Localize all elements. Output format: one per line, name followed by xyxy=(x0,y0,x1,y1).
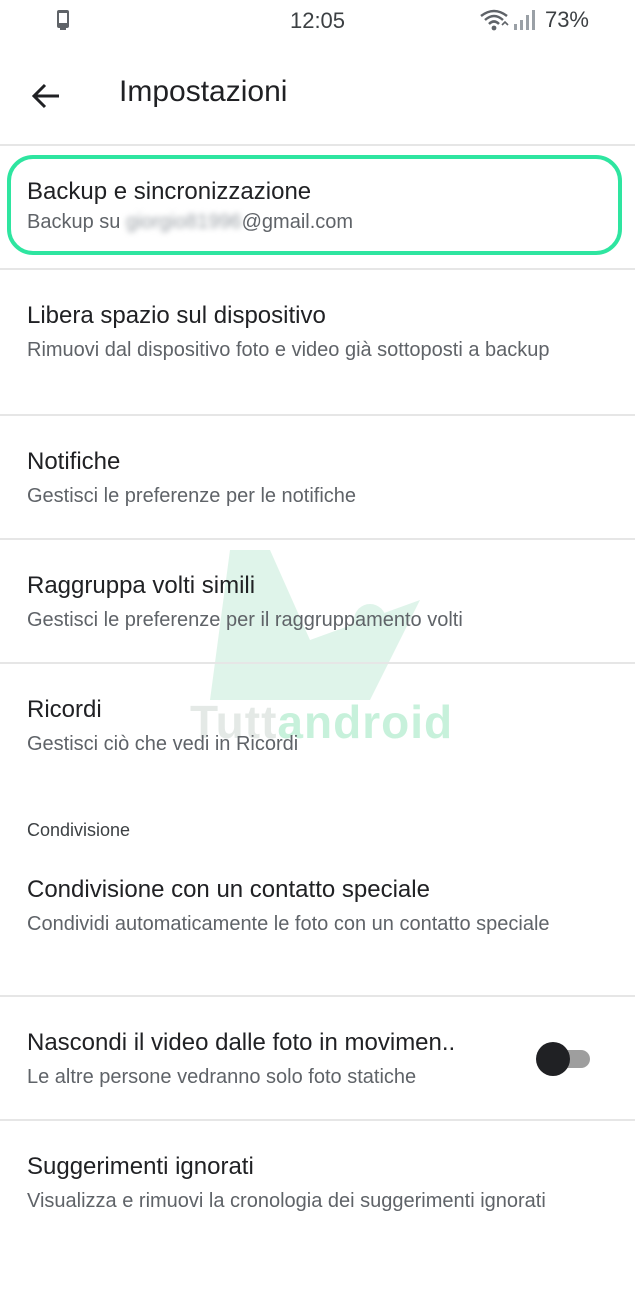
setting-title: Raggruppa volti simili xyxy=(27,572,256,599)
setting-subtitle: Gestisci ciò che vedi in Ricordi xyxy=(27,733,299,755)
arrow-back-icon xyxy=(31,83,59,109)
wifi-icon xyxy=(480,9,509,31)
setting-subtitle: Condividi automaticamente le foto con un… xyxy=(27,913,550,935)
app-bar-divider xyxy=(0,144,635,146)
setting-subtitle: Gestisci le preferenze per il raggruppam… xyxy=(27,609,463,631)
toggle-thumb xyxy=(536,1042,570,1076)
setting-memories[interactable]: Ricordi Gestisci ciò che vedi in Ricordi xyxy=(0,694,635,758)
divider xyxy=(0,662,635,664)
divider xyxy=(0,268,635,270)
setting-title: Condivisione con un contatto speciale xyxy=(27,876,430,903)
setting-subtitle: Le altre persone vedranno solo foto stat… xyxy=(27,1066,417,1088)
setting-subtitle: Backup su giorgio81996@gmail.com xyxy=(27,208,608,236)
app-bar: Impostazioni xyxy=(0,60,635,130)
setting-title: Ricordi xyxy=(27,696,102,723)
signal-icon xyxy=(513,10,535,30)
setting-backup-sync[interactable]: Backup e sincronizzazione Backup su gior… xyxy=(0,176,635,236)
hide-motion-video-toggle[interactable] xyxy=(536,1042,590,1076)
setting-title: Suggerimenti ignorati xyxy=(27,1153,254,1180)
status-indicators: 73% xyxy=(479,6,589,34)
setting-title: Libera spazio sul dispositivo xyxy=(27,302,326,329)
battery-level: 73% xyxy=(544,7,589,32)
page-title: Impostazioni xyxy=(119,75,288,108)
setting-free-space[interactable]: Libera spazio sul dispositivo Rimuovi da… xyxy=(0,300,635,364)
divider xyxy=(0,538,635,540)
blurred-email: giorgio81996 xyxy=(125,211,242,233)
setting-title: Nascondi il video dalle foto in movimen.… xyxy=(27,1029,456,1056)
setting-subtitle: Gestisci le preferenze per le notifiche xyxy=(27,485,357,507)
setting-title: Backup e sincronizzazione xyxy=(27,178,312,205)
section-header-sharing: Condivisione xyxy=(27,820,131,840)
setting-partner-sharing[interactable]: Condivisione con un contatto speciale Co… xyxy=(0,874,635,938)
setting-face-grouping[interactable]: Raggruppa volti simili Gestisci le prefe… xyxy=(0,570,635,634)
setting-subtitle: Visualizza e rimuovi la cronologia dei s… xyxy=(27,1190,546,1212)
divider xyxy=(0,1119,635,1121)
divider xyxy=(0,414,635,416)
status-bar: 12:05 73% xyxy=(0,0,635,42)
setting-notifications[interactable]: Notifiche Gestisci le preferenze per le … xyxy=(0,446,635,510)
divider xyxy=(0,995,635,997)
back-button[interactable] xyxy=(26,76,66,116)
setting-subtitle: Rimuovi dal dispositivo foto e video già… xyxy=(27,339,550,361)
setting-title: Notifiche xyxy=(27,448,121,475)
setting-ignored-suggestions[interactable]: Suggerimenti ignorati Visualizza e rimuo… xyxy=(0,1151,635,1215)
